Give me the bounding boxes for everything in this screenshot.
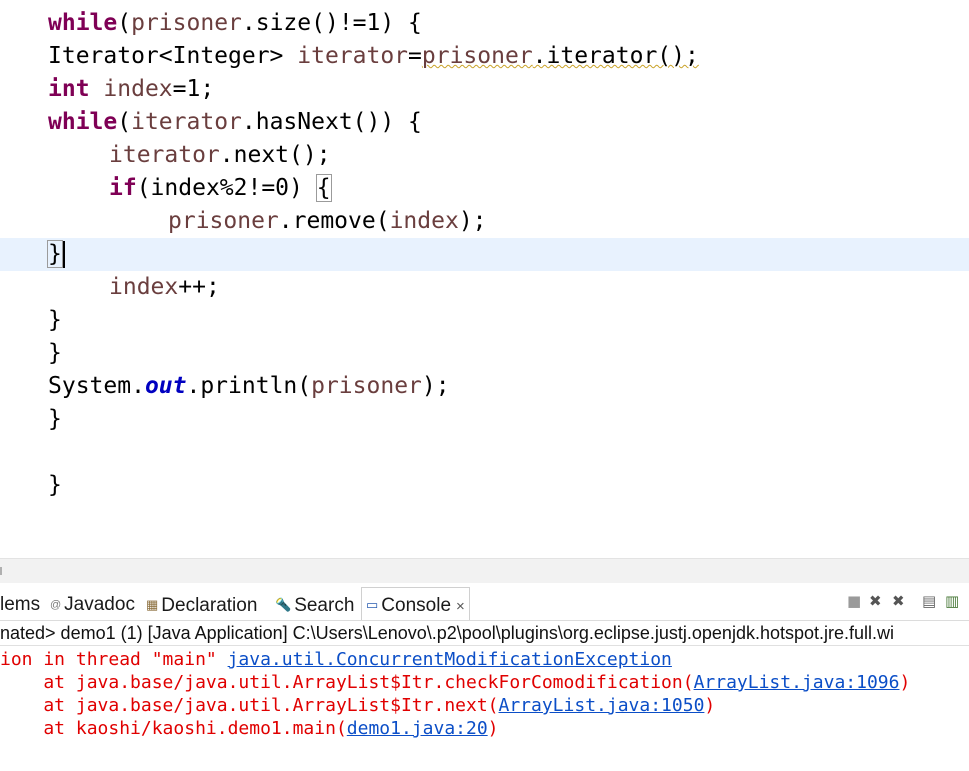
code-token: ( [117, 10, 132, 36]
keyword: while [48, 10, 118, 36]
code-token: } [48, 307, 62, 333]
pin-console-icon[interactable]: ▥ [945, 592, 959, 610]
error-text: ion in thread "main" [0, 649, 228, 670]
remove-all-terminated-icon[interactable]: ✖ [892, 592, 905, 610]
stack-frame-link[interactable]: ArrayList.java:1050 [499, 695, 705, 716]
code-token: = [408, 43, 422, 69]
declaration-icon: ▦ [146, 597, 159, 612]
tab-console[interactable]: ▭ Console × [361, 587, 470, 620]
code-line: System.out.println(prisoner); [0, 370, 969, 403]
keyword: if [109, 175, 137, 201]
tab-label: Console [381, 595, 452, 616]
code-line: while(iterator.hasNext()) { [0, 106, 969, 139]
code-line: } [0, 403, 969, 436]
keyword: while [48, 109, 118, 135]
view-tab-bar: lems @ Javadoc ▦ Declaration 🔦 Search ▭ Cons… [0, 587, 969, 621]
code-token: .remove( [278, 208, 390, 234]
remove-launch-icon[interactable]: ✖ [869, 592, 882, 610]
tab-declaration[interactable]: ▦ Declaration [146, 588, 257, 620]
tab-label: Javadoc [64, 594, 135, 615]
code-token: Iterator<Integer> [48, 43, 298, 69]
code-line: if(index%2!=0) { [0, 172, 969, 205]
static-field-token: out [144, 373, 187, 399]
tab-javadoc[interactable]: @ Javadoc [50, 588, 135, 620]
code-token: ); [458, 208, 487, 234]
variable-token: iterator [131, 109, 242, 135]
code-token: (index%2!=0) [136, 175, 317, 201]
code-line: Iterator<Integer> iterator=prisoner.iter… [0, 40, 969, 73]
scroll-lock-icon[interactable]: ▤ [922, 592, 936, 610]
code-token: System. [48, 373, 145, 399]
console-launch-description: nated> demo1 (1) [Java Application] C:\U… [0, 621, 969, 646]
terminate-icon[interactable]: ■ [847, 592, 861, 610]
code-line: index++; [0, 271, 969, 304]
variable-token: prisoner [131, 10, 242, 36]
keyword: int [48, 76, 90, 102]
console-line: at java.base/java.util.ArrayList$Itr.nex… [0, 694, 715, 717]
variable-token: index [109, 274, 179, 300]
console-line: ion in thread "main" java.util.Concurren… [0, 648, 672, 671]
stack-frame-link[interactable]: ArrayList.java:1096 [694, 672, 900, 693]
matching-bracket: { [315, 174, 332, 202]
code-token: .size()!=1) { [241, 10, 422, 36]
variable-token: index [389, 208, 459, 234]
variable-token: prisoner [421, 43, 533, 69]
tab-problems[interactable]: lems [0, 588, 40, 620]
error-text: ) [704, 695, 716, 716]
variable-token: index [103, 76, 173, 102]
code-token: .hasNext()) { [241, 109, 422, 135]
code-token: } [48, 472, 62, 498]
code-token: .iterator(); [532, 43, 699, 69]
console-line: at kaoshi/kaoshi.demo1.main(demo1.java:2… [0, 717, 499, 740]
stack-frame-link[interactable]: demo1.java:20 [347, 718, 488, 739]
code-editor[interactable]: while(prisoner.size()!=1) { Iterator<Int… [0, 0, 969, 558]
code-line-current: } [0, 238, 969, 271]
matching-bracket: } [47, 240, 63, 268]
code-line: int index=1; [0, 73, 969, 106]
variable-token: prisoner [168, 208, 279, 234]
code-token: =1; [172, 76, 215, 102]
code-line: prisoner.remove(index); [0, 205, 969, 238]
at-sign-icon: @ [50, 599, 62, 611]
error-text: at kaoshi/kaoshi.demo1.main( [0, 718, 347, 739]
variable-token: iterator [297, 43, 409, 69]
code-token: .println( [186, 373, 312, 399]
console-output[interactable]: ion in thread "main" java.util.Concurren… [0, 646, 969, 771]
tab-label: lems [0, 594, 41, 615]
code-token: ++; [178, 274, 220, 300]
variable-token: prisoner [311, 373, 422, 399]
tab-label: Search [294, 595, 355, 616]
tab-search[interactable]: 🔦 Search [275, 588, 354, 620]
code-line: while(prisoner.size()!=1) { [0, 7, 969, 40]
code-line: } [0, 337, 969, 370]
editor-horizontal-scrollbar[interactable] [0, 558, 969, 583]
error-text: at java.base/java.util.ArrayList$Itr.che… [0, 672, 694, 693]
code-line: iterator.next(); [0, 139, 969, 172]
code-line: } [0, 304, 969, 337]
warning-squiggle-token[interactable]: prisoner.iterator(); [422, 43, 699, 69]
code-token: ( [117, 109, 132, 135]
error-text: ) [487, 718, 499, 739]
code-token: } [48, 406, 62, 432]
code-token: ); [421, 373, 450, 399]
code-token: } [48, 340, 62, 366]
tab-label: Declaration [161, 595, 258, 616]
close-icon[interactable]: × [456, 598, 465, 615]
scrollbar-thumb[interactable] [0, 567, 2, 575]
error-text: at java.base/java.util.ArrayList$Itr.nex… [0, 695, 499, 716]
code-token: .next(); [219, 142, 331, 168]
flashlight-icon: 🔦 [275, 597, 292, 612]
text-caret [62, 241, 65, 268]
code-line: } [0, 469, 969, 502]
variable-token: iterator [109, 142, 220, 168]
exception-link[interactable]: java.util.ConcurrentModificationExceptio… [228, 649, 672, 670]
error-text: ) [899, 672, 911, 693]
console-icon: ▭ [366, 597, 379, 612]
console-line: at java.base/java.util.ArrayList$Itr.che… [0, 671, 910, 694]
